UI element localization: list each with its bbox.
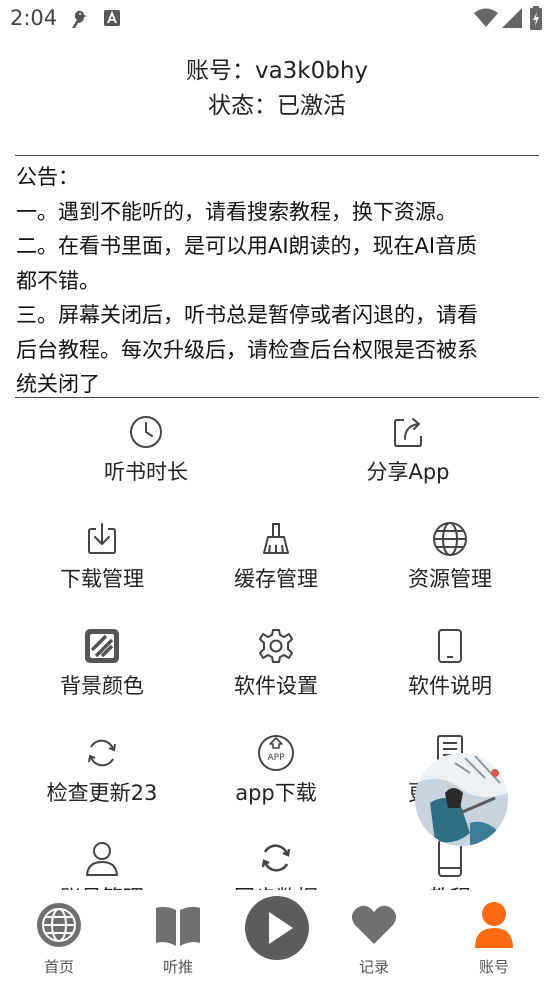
share-icon xyxy=(388,412,428,452)
tutorial-label: 教程 xyxy=(363,882,537,890)
cache-manage-button[interactable]: 缓存管理 xyxy=(189,513,363,613)
nav-recommend-label: 听推 xyxy=(162,958,193,976)
notice-line: 三。屏幕关闭后，听书总是暂停或者闪退的，请看 xyxy=(16,303,478,327)
account-username: 账号：va3k0bhy xyxy=(185,58,369,84)
share-app-button[interactable]: 分享App xyxy=(321,406,495,506)
check-update-button[interactable]: 检查更新23 xyxy=(15,727,189,827)
nav-records[interactable]: 记录 xyxy=(334,890,414,985)
software-settings-label: 软件设置 xyxy=(234,674,318,698)
globe-icon xyxy=(34,900,84,950)
user-icon xyxy=(469,900,519,950)
clock-icon xyxy=(126,412,166,452)
app-download-button[interactable]: APP app下载 xyxy=(189,727,363,827)
nav-home[interactable]: 首页 xyxy=(19,890,99,985)
notice-title: 公告： xyxy=(16,165,79,189)
nav-records-label: 记录 xyxy=(358,958,389,976)
nav-home-label: 首页 xyxy=(43,958,74,976)
wifi-icon xyxy=(474,8,498,32)
sync-data-button[interactable]: 同步数据 xyxy=(189,832,363,890)
download-manage-button[interactable]: 下载管理 xyxy=(15,513,189,613)
notice-line: 后台教程。每次升级后，请检查后台权限是否被系 xyxy=(16,337,478,362)
notice-line: 一。遇到不能听的，请看搜索教程，换下资源。 xyxy=(16,199,457,224)
globe-icon xyxy=(430,519,470,559)
source-manage-button[interactable]: 资源管理 xyxy=(363,513,537,613)
signal-icon xyxy=(502,8,522,32)
open-book-icon xyxy=(153,900,203,950)
account-status: 状态：已激活 xyxy=(208,93,346,119)
listen-time-button[interactable]: 听书时长 xyxy=(59,406,233,506)
notification-a-icon xyxy=(104,10,120,30)
status-bar: 2:04 xyxy=(0,0,554,38)
source-manage-label: 资源管理 xyxy=(408,567,492,591)
sync-data-label: 同步数据 xyxy=(189,882,363,890)
listen-time-label: 听书时长 xyxy=(104,460,188,484)
divider-bottom xyxy=(15,397,539,398)
floating-player-avatar[interactable] xyxy=(415,753,508,846)
nav-recommend[interactable]: 听推 xyxy=(138,890,218,985)
notice-line: 都不错。 xyxy=(16,268,100,293)
nav-account-label: 账号 xyxy=(478,958,509,976)
app-badge-text: APP xyxy=(267,753,285,763)
bg-color-label: 背景颜色 xyxy=(60,674,144,698)
sync-icon xyxy=(256,838,296,878)
notice-line: 二。在看书里面，是可以用AI朗读的，现在AI音质 xyxy=(16,234,478,258)
nav-account[interactable]: 账号 xyxy=(454,890,534,985)
software-info-label: 软件说明 xyxy=(408,674,492,698)
tablet-icon xyxy=(430,626,470,666)
app-download-label: app下载 xyxy=(235,781,317,805)
play-icon xyxy=(269,912,293,944)
account-manage-label: 账号管理 xyxy=(15,882,189,890)
broom-icon xyxy=(256,519,296,559)
heart-icon xyxy=(349,900,399,950)
user-icon xyxy=(82,838,122,878)
gear-icon xyxy=(256,626,296,666)
divider-top xyxy=(15,155,539,156)
play-button[interactable] xyxy=(245,896,309,960)
status-time: 2:04 xyxy=(10,6,58,30)
software-info-button[interactable]: 软件说明 xyxy=(363,620,537,720)
cache-manage-label: 缓存管理 xyxy=(234,567,318,591)
app-download-icon: APP xyxy=(256,733,296,773)
download-icon xyxy=(82,519,122,559)
palette-pattern-icon xyxy=(82,626,122,666)
refresh-icon xyxy=(82,733,122,773)
notice-board: 公告： 一。遇到不能听的，请看搜索教程，换下资源。 二。在看书里面，是可以用AI… xyxy=(16,160,536,402)
bg-color-button[interactable]: 背景颜色 xyxy=(15,620,189,720)
download-manage-label: 下载管理 xyxy=(60,567,144,591)
software-settings-button[interactable]: 软件设置 xyxy=(189,620,363,720)
account-manage-button[interactable]: 账号管理 xyxy=(15,832,189,890)
battery-icon xyxy=(530,6,542,34)
check-update-label: 检查更新23 xyxy=(46,781,158,805)
bird-app-icon xyxy=(68,8,90,34)
account-info: 账号：va3k0bhy 状态：已激活 xyxy=(0,54,554,124)
share-app-label: 分享App xyxy=(366,460,450,484)
